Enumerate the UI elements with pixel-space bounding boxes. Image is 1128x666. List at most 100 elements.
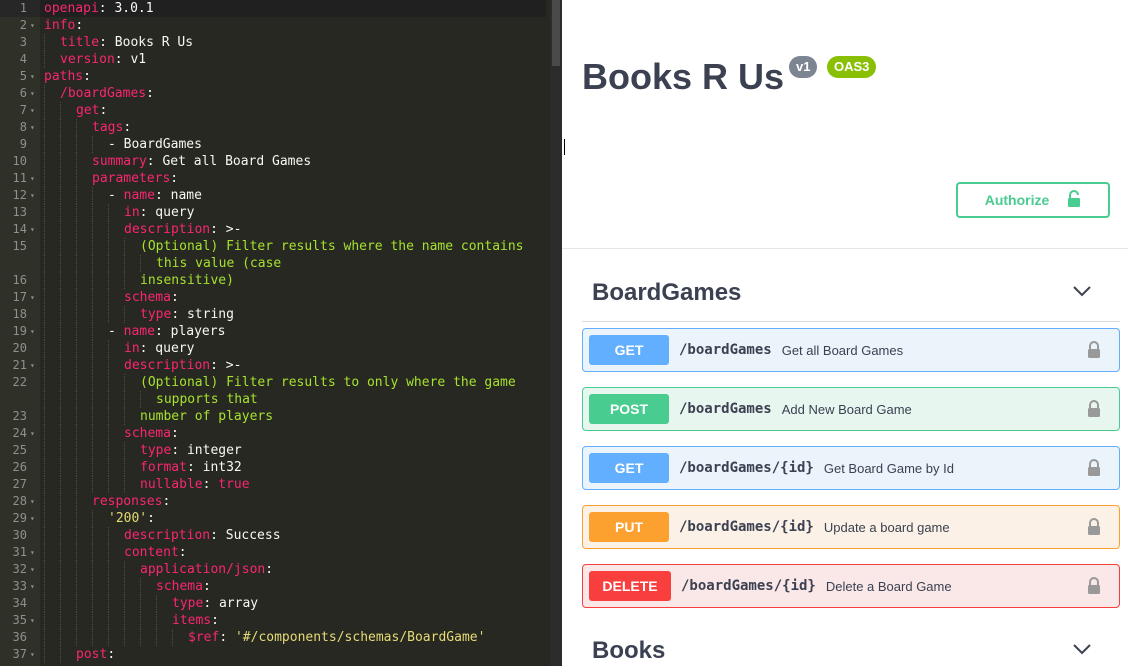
fold-arrow-icon[interactable]: ▾ — [30, 289, 39, 306]
code-line[interactable]: 21 ▾ description: >- — [0, 357, 548, 374]
fold-arrow-icon[interactable]: ▾ — [30, 561, 39, 578]
line-number: 11 — [12, 171, 27, 185]
editor-scrollbar[interactable] — [550, 0, 562, 666]
code-line[interactable]: 12 ▾ - name: name — [0, 187, 548, 204]
indent-guide — [60, 238, 61, 255]
fold-arrow-icon[interactable]: ▾ — [30, 357, 39, 374]
code-line[interactable]: 10 summary: Get all Board Games — [0, 153, 548, 170]
lock-icon[interactable] — [1087, 518, 1101, 541]
code-line[interactable]: 27 nullable: true — [0, 476, 548, 493]
fold-arrow-icon[interactable]: ▾ — [30, 510, 39, 527]
code-line[interactable]: 30 description: Success — [0, 527, 548, 544]
indent-guide — [44, 578, 45, 595]
code-line[interactable]: 1 openapi: 3.0.1 — [0, 0, 548, 17]
code-line[interactable]: 16 insensitive) — [0, 272, 548, 289]
code-line[interactable]: 35 ▾ items: — [0, 612, 548, 629]
operation-post-boardgames[interactable]: POST /boardGames Add New Board Game — [582, 387, 1120, 431]
code-line[interactable]: supports that — [0, 391, 548, 408]
line-number: 29 — [12, 511, 27, 525]
code-line[interactable]: 6 ▾ /boardGames: — [0, 85, 548, 102]
indent-guide — [92, 442, 93, 459]
code-line[interactable]: 28 ▾ responses: — [0, 493, 548, 510]
code-line[interactable]: 7 ▾ get: — [0, 102, 548, 119]
code-line[interactable]: 9 - BoardGames — [0, 136, 548, 153]
tag-section-boardgames[interactable]: BoardGames — [582, 264, 1120, 322]
line-number: 2 — [19, 18, 27, 32]
fold-arrow-icon[interactable]: ▾ — [30, 68, 39, 85]
fold-arrow-icon[interactable]: ▾ — [30, 187, 39, 204]
code-line[interactable]: 29 ▾ '200': — [0, 510, 548, 527]
chevron-down-icon[interactable] — [1072, 284, 1092, 302]
code-line[interactable]: 33 ▾ schema: — [0, 578, 548, 595]
fold-arrow-icon[interactable]: ▾ — [30, 170, 39, 187]
lock-icon[interactable] — [1087, 400, 1101, 423]
code-line[interactable]: 15 (Optional) Filter results where the na… — [0, 238, 548, 255]
code-line[interactable]: 14 ▾ description: >- — [0, 221, 548, 238]
line-number: 34 — [12, 596, 27, 610]
lock-icon[interactable] — [1087, 459, 1101, 482]
indent-guide — [124, 629, 125, 646]
indent-guide — [44, 408, 45, 425]
code-line[interactable]: 17 ▾ schema: — [0, 289, 548, 306]
fold-arrow-icon[interactable]: ▾ — [30, 646, 39, 663]
lock-icon[interactable] — [1087, 577, 1101, 600]
code-line[interactable]: 5 ▾ paths: — [0, 68, 548, 85]
fold-arrow-icon[interactable]: ▾ — [30, 221, 39, 238]
fold-arrow-icon[interactable]: ▾ — [30, 544, 39, 561]
code-line[interactable]: 37 ▾ post: — [0, 646, 548, 663]
code-line[interactable]: this value (case — [0, 255, 548, 272]
tag-header-boardgames[interactable]: BoardGames — [582, 264, 1120, 322]
fold-arrow-icon[interactable]: ▾ — [30, 323, 39, 340]
code-line[interactable]: 4 version: v1 — [0, 51, 548, 68]
fold-arrow-icon[interactable]: ▾ — [30, 85, 39, 102]
code-line[interactable]: 19 ▾ - name: players — [0, 323, 548, 340]
fold-arrow-icon[interactable]: ▾ — [30, 102, 39, 119]
operation-put-boardgame[interactable]: PUT /boardGames/{id} Update a board game — [582, 505, 1120, 549]
indent-guide — [108, 272, 109, 289]
authorize-button[interactable]: Authorize — [956, 182, 1110, 218]
yaml-editor[interactable]: 1 openapi: 3.0.1 2 ▾ info: 3 title: Books R Us… — [0, 0, 562, 666]
operation-delete-boardgame[interactable]: DELETE /boardGames/{id} Delete a Board G… — [582, 564, 1120, 608]
code-line[interactable]: 13 in: query — [0, 204, 548, 221]
code-line[interactable]: 3 title: Books R Us — [0, 34, 548, 51]
fold-arrow-icon[interactable]: ▾ — [30, 493, 39, 510]
code-line[interactable]: 23 number of players — [0, 408, 548, 425]
line-text: number of players — [140, 408, 273, 425]
chevron-down-icon[interactable] — [1072, 642, 1092, 660]
indent-guide — [44, 204, 45, 221]
indent-guide — [44, 544, 45, 561]
indent-guide — [76, 357, 77, 374]
fold-arrow-icon[interactable]: ▾ — [30, 17, 39, 34]
code-line[interactable]: 20 in: query — [0, 340, 548, 357]
lock-icon[interactable] — [1087, 341, 1101, 364]
operation-summary: Add New Board Game — [781, 401, 912, 417]
fold-arrow-icon[interactable]: ▾ — [30, 425, 39, 442]
editor-scroll-thumb[interactable] — [552, 0, 560, 66]
code-line[interactable]: 26 format: int32 — [0, 459, 548, 476]
token: responses — [92, 494, 163, 509]
code-line[interactable]: 36 $ref: '#/components/schemas/BoardGame' — [0, 629, 548, 646]
code-line[interactable]: 25 type: integer — [0, 442, 548, 459]
code-line[interactable]: 2 ▾ info: — [0, 17, 548, 34]
token: : — [219, 630, 235, 645]
code-line[interactable]: 24 ▾ schema: — [0, 425, 548, 442]
tag-header-books[interactable]: Books — [582, 622, 1120, 666]
code-line[interactable]: 8 ▾ tags: — [0, 119, 548, 136]
code-line[interactable]: 18 type: string — [0, 306, 548, 323]
operation-get-boardgames[interactable]: GET /boardGames Get all Board Games — [582, 328, 1120, 372]
token: : query — [139, 205, 195, 220]
fold-arrow-icon[interactable]: ▾ — [30, 612, 39, 629]
tag-section-books[interactable]: Books — [582, 622, 1120, 666]
code-line[interactable]: 22 (Optional) Filter results to only wher… — [0, 374, 548, 391]
code-line[interactable]: 11 ▾ parameters: — [0, 170, 548, 187]
fold-arrow-icon[interactable]: ▾ — [30, 578, 39, 595]
operation-get-boardgame-by-id[interactable]: GET /boardGames/{id} Get Board Game by I… — [582, 446, 1120, 490]
line-number: 4 — [19, 52, 27, 66]
code-line[interactable]: 32 ▾ application/json: — [0, 561, 548, 578]
code-line[interactable]: 34 type: array — [0, 595, 548, 612]
line-text: supports that — [156, 391, 258, 408]
code-line[interactable]: 31 ▾ content: — [0, 544, 548, 561]
fold-arrow-icon[interactable]: ▾ — [30, 119, 39, 136]
line-text: - BoardGames — [108, 136, 202, 153]
code-lines[interactable]: 1 openapi: 3.0.1 2 ▾ info: 3 title: Books R Us… — [0, 0, 548, 663]
